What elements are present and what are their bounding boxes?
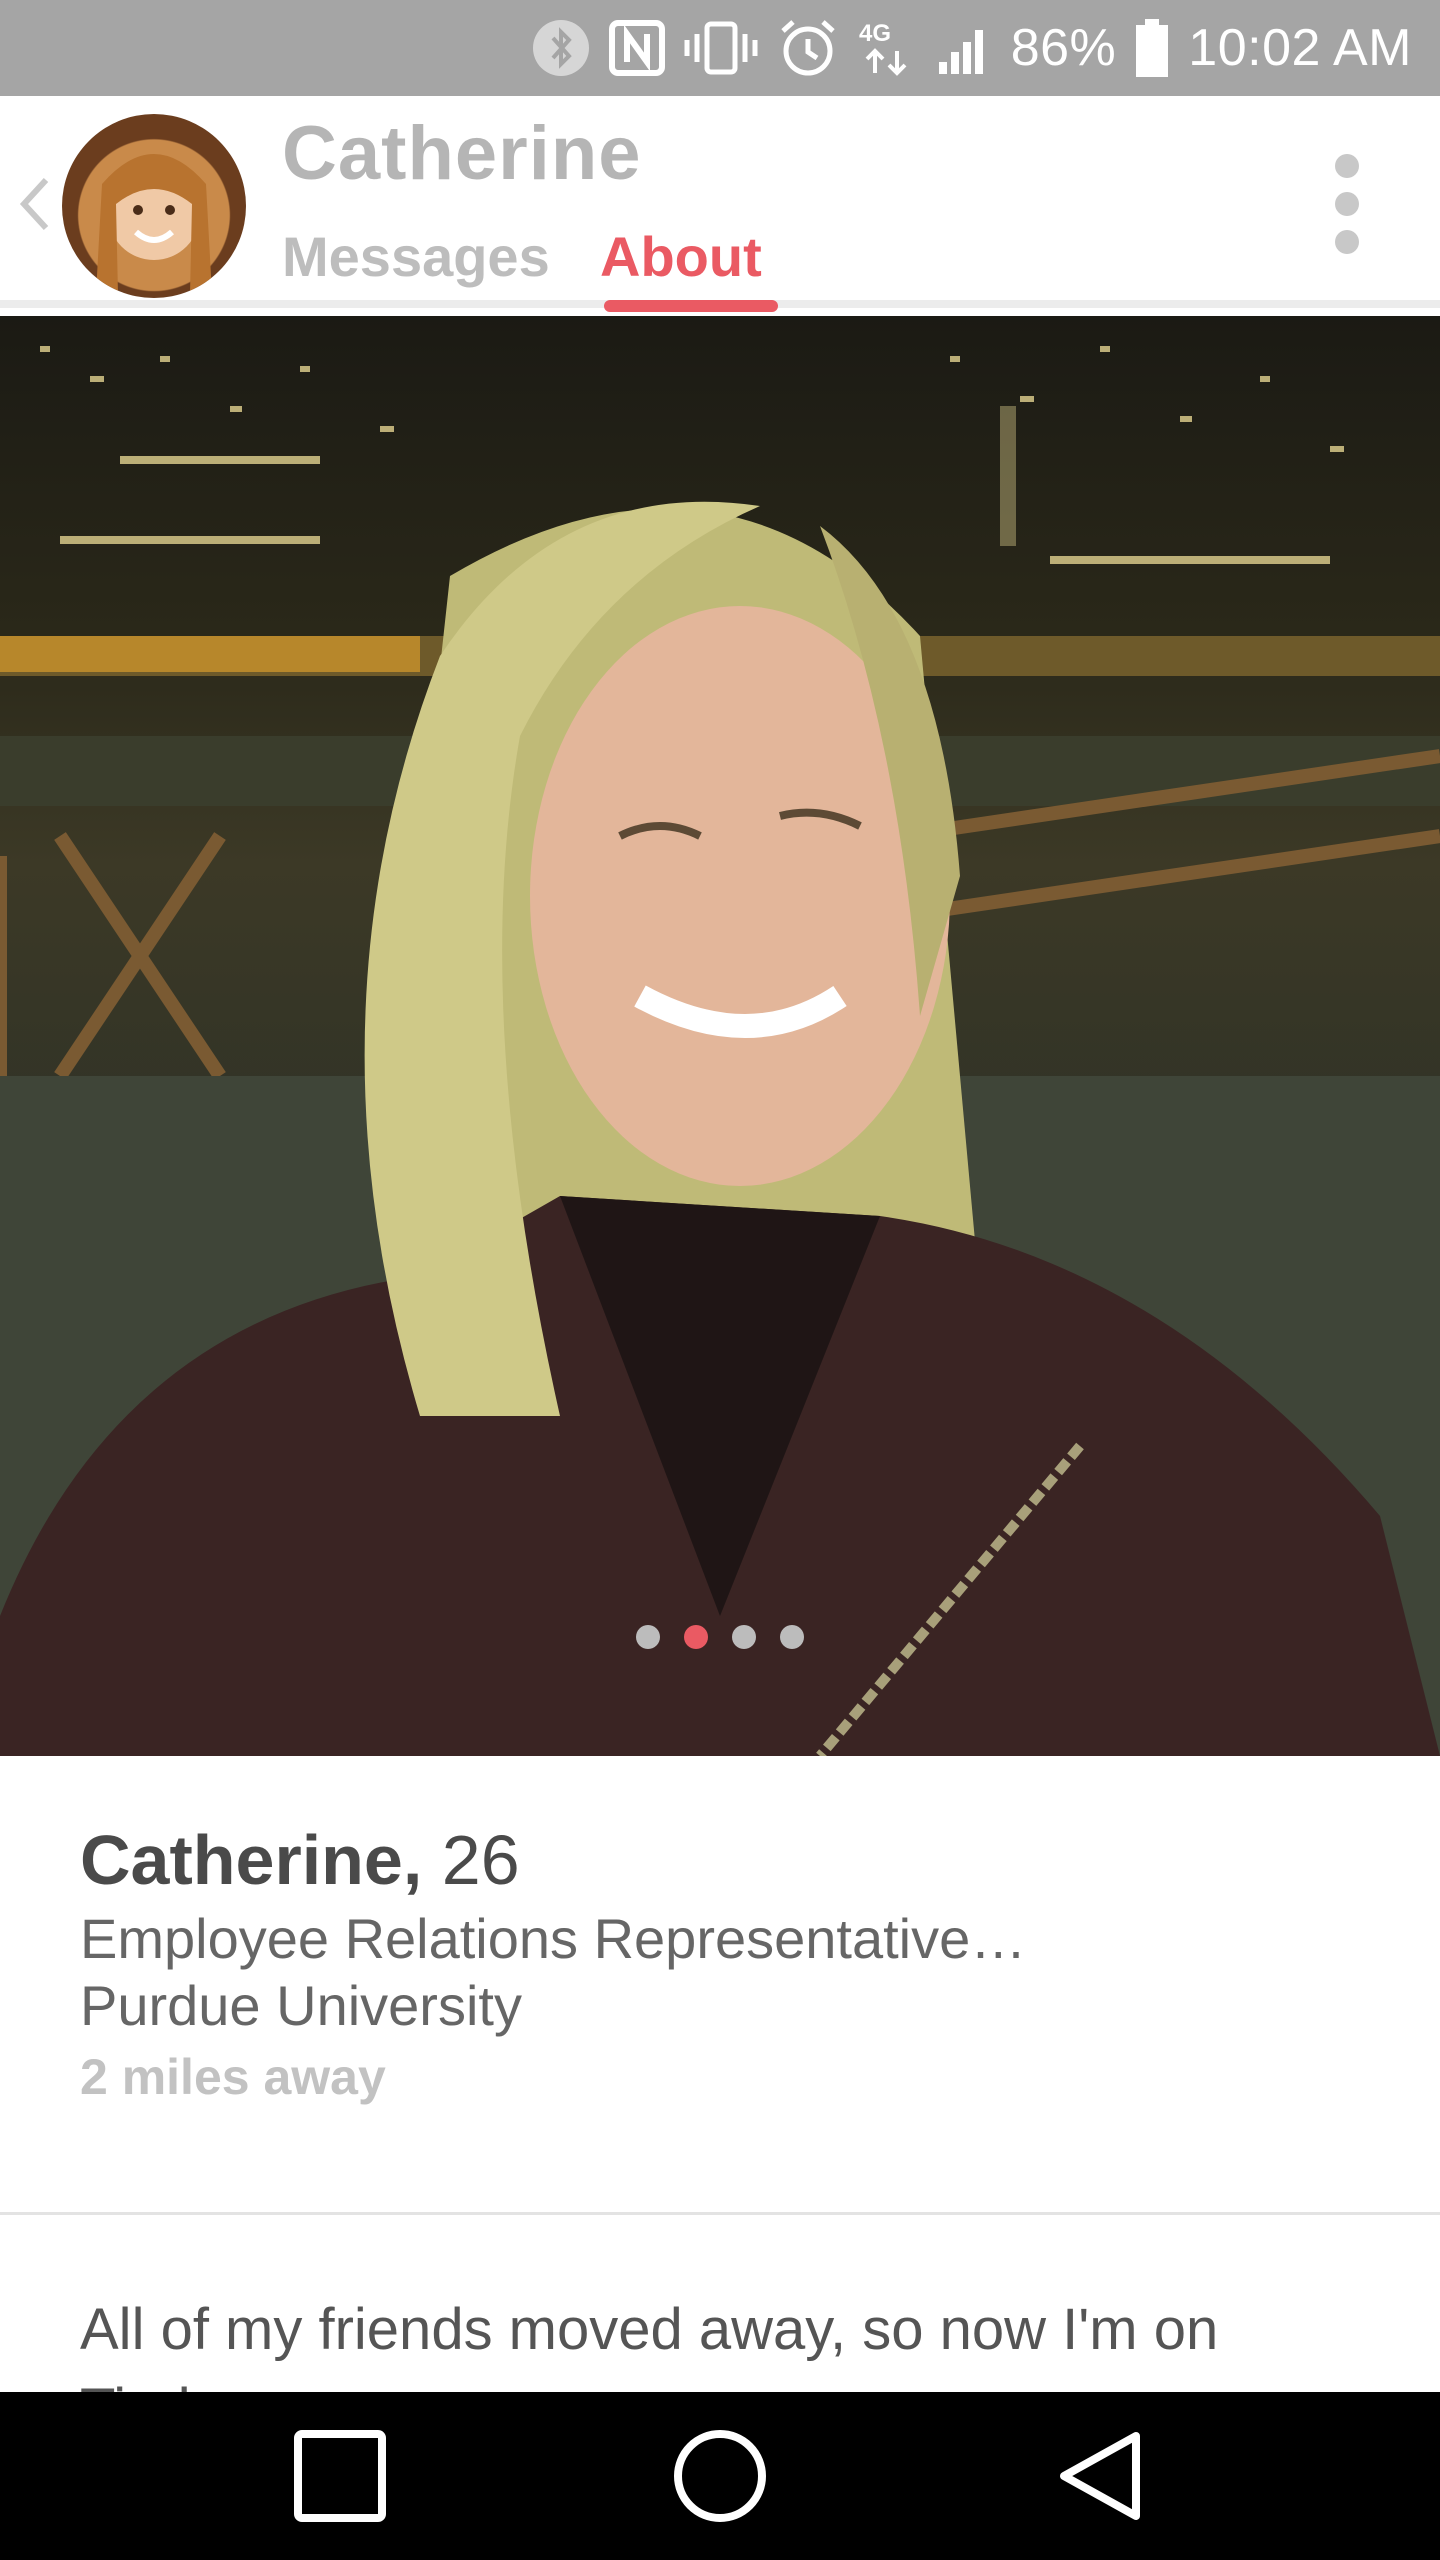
clock: 10:02 AM — [1188, 19, 1412, 77]
triangle-back-icon — [1060, 2432, 1140, 2520]
more-vert-icon[interactable] — [1320, 152, 1374, 256]
alarm-icon — [777, 18, 839, 78]
photo-dot-4[interactable] — [780, 1625, 804, 1649]
screen: 4G 86% 10:02 AM Catherine Messages About… — [0, 0, 1440, 2560]
signal-icon — [937, 18, 993, 78]
bluetooth-icon — [531, 18, 591, 78]
chevron-left-icon[interactable] — [14, 174, 54, 234]
photo-scene — [0, 346, 1440, 1756]
svg-text:4G: 4G — [859, 20, 891, 47]
square-icon — [294, 2430, 386, 2522]
photo-pagination — [0, 1625, 1440, 1665]
circle-icon — [674, 2430, 766, 2522]
name-age: Catherine, 26 — [80, 1820, 1380, 1900]
active-tab-indicator — [604, 300, 778, 312]
divider — [0, 2212, 1440, 2215]
match-name-title: Catherine — [282, 111, 642, 196]
profile-name: Catherine, — [80, 1821, 423, 1899]
battery-icon — [1134, 18, 1170, 78]
tab-messages[interactable]: Messages — [282, 224, 550, 289]
battery-percent: 86% — [1010, 19, 1117, 77]
recents-button[interactable] — [290, 2426, 390, 2526]
photo-dot-3[interactable] — [732, 1625, 756, 1649]
system-nav-bar — [0, 2392, 1440, 2560]
profile-distance: 2 miles away — [80, 2049, 386, 2105]
photo-dot-1[interactable] — [636, 1625, 660, 1649]
network-4g-icon: 4G — [857, 18, 919, 78]
tab-about[interactable]: About — [600, 224, 762, 289]
home-button[interactable] — [670, 2426, 770, 2526]
back-button[interactable] — [1050, 2426, 1150, 2526]
chat-header: Catherine Messages About — [0, 96, 1440, 312]
profile-school: Purdue University — [80, 1974, 522, 2037]
profile-info: Catherine, 26 Employee Relations Represe… — [80, 1820, 1380, 2106]
vibrate-icon — [683, 18, 759, 78]
profile-age: 26 — [441, 1821, 520, 1899]
profile-photo[interactable] — [0, 316, 1440, 1756]
nfc-icon — [608, 18, 665, 78]
status-bar: 4G 86% 10:02 AM — [0, 0, 1440, 96]
avatar[interactable] — [62, 114, 246, 298]
photo-dot-2[interactable] — [684, 1625, 708, 1649]
profile-job: Employee Relations Representative… — [80, 1907, 1027, 1970]
